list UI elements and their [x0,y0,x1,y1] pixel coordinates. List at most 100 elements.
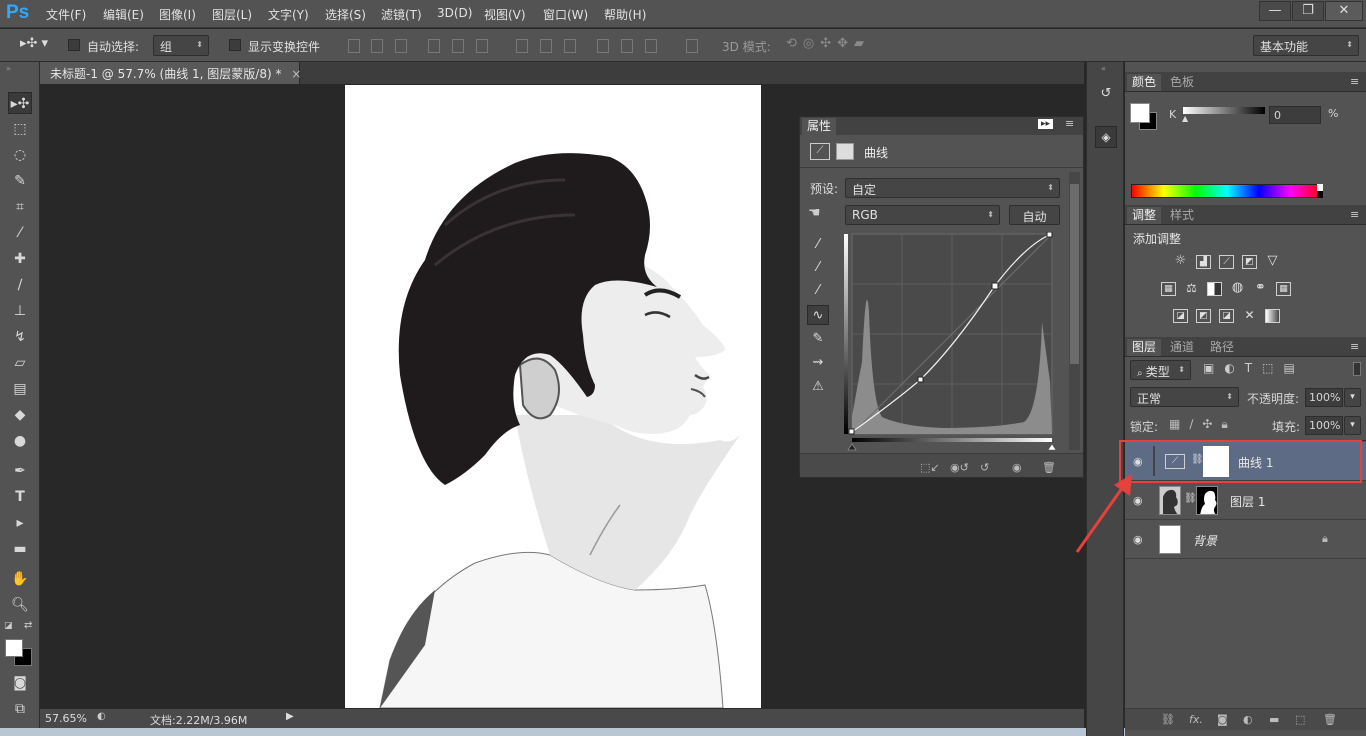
layer-name[interactable]: 图层 1 [1230,493,1265,510]
panel-menu-icon[interactable]: ≡ [1350,340,1359,353]
quick-select-tool-icon[interactable]: ✎ [8,170,32,192]
auto-align-icon[interactable] [686,39,698,53]
tab-paths[interactable]: 路径 [1205,339,1239,356]
visibility-icon[interactable]: ◉ [1012,461,1022,474]
menu-layer[interactable]: 图层(L) [212,6,252,23]
fill-slider-button[interactable]: ▾ [1344,416,1361,435]
vibrance-icon[interactable]: ▽ [1265,254,1280,269]
move-tool-icon[interactable]: ▸✣ [8,92,32,114]
tab-close-icon[interactable]: × [291,67,301,81]
layer-name[interactable]: 背景 [1193,532,1217,549]
fill-input[interactable]: 100% [1305,416,1343,435]
3d-panel-icon[interactable]: ◈ [1095,126,1117,148]
zoom-level[interactable]: 57.65% [45,712,87,725]
new-group-icon[interactable]: ▬ [1269,713,1279,726]
path-selection-tool-icon[interactable]: ▸ [8,512,32,534]
status-menu-arrow-icon[interactable]: ▶ [286,711,294,722]
spectrum-black-chip[interactable] [1317,191,1323,198]
align-left-icon[interactable] [428,39,440,53]
auto-select-checkbox[interactable] [68,39,80,51]
filter-toggle[interactable] [1353,362,1361,376]
smooth-curve-icon[interactable]: ⇝ [807,353,829,373]
align-vcenter-icon[interactable] [371,39,383,53]
swap-colors-icon[interactable]: ⇄ [24,620,32,631]
dodge-tool-icon[interactable]: ● [8,430,32,452]
lock-icons[interactable]: ▦∕✣🔒︎ [1169,417,1237,432]
healing-brush-tool-icon[interactable]: ✚ [8,248,32,270]
align-top-icon[interactable] [348,39,360,53]
properties-scrollbar[interactable] [1069,172,1080,450]
document-canvas[interactable] [345,85,761,708]
move-tool-preset-icon[interactable]: ▸✣ ▾ [20,36,48,51]
distribute-top-icon[interactable] [516,39,528,53]
clipping-warning-icon[interactable]: ⚠ [807,377,829,397]
slider-thumb-icon[interactable]: ▲ [1182,114,1188,123]
tab-adjustments[interactable]: 调整 [1127,207,1162,224]
fx-icon[interactable]: fx. [1189,713,1203,726]
default-colors-icon[interactable]: ◪ [4,621,13,631]
clip-to-layer-icon[interactable]: ⬚↙ [920,461,940,474]
eraser-tool-icon[interactable]: ▱ [8,352,32,374]
distribute-right-icon[interactable] [645,39,657,53]
close-window-button[interactable]: ✕ [1325,1,1363,21]
levels-icon[interactable]: ▟ [1196,255,1211,269]
channel-mixer-icon[interactable]: ⚭ [1253,281,1268,296]
white-point-eyedropper-icon[interactable]: ⁄ [807,281,829,301]
pencil-draw-icon[interactable]: ✎ [807,329,829,349]
hue-saturation-icon[interactable]: ▦ [1161,282,1176,296]
posterize-icon[interactable]: ◩ [1196,309,1211,323]
layer-filter-dropdown[interactable]: ⌕ 类型 ⬍ [1130,360,1191,380]
history-brush-tool-icon[interactable]: ↯ [8,326,32,348]
add-mask-icon[interactable]: ◙ [1217,713,1228,726]
pen-tool-icon[interactable]: ✒ [8,460,32,482]
distribute-bottom-icon[interactable] [564,39,576,53]
delete-icon[interactable]: 🗑︎ [1042,461,1056,474]
black-point-eyedropper-icon[interactable]: ⁄ [807,235,829,255]
3d-mode-icons[interactable]: ⟲◎✣✥▰ [786,36,870,51]
scrollbar-thumb[interactable] [1070,184,1079,364]
distribute-left-icon[interactable] [597,39,609,53]
auto-select-dropdown[interactable]: 组 ⬍ [153,35,209,56]
threshold-icon[interactable]: ◪ [1219,309,1234,323]
fg-color-chip[interactable] [1130,103,1150,123]
exposure-icon[interactable]: ◩ [1242,255,1257,269]
color-spectrum[interactable] [1131,184,1323,198]
curves-graph[interactable] [844,232,1056,452]
restore-button[interactable]: ❐ [1292,1,1324,21]
new-layer-icon[interactable]: ⬚ [1295,713,1305,726]
mask-icon[interactable] [836,143,854,160]
panel-menu-icon[interactable]: ≡ [1065,117,1074,130]
color-balance-icon[interactable]: ⚖ [1184,282,1199,296]
channel-dropdown[interactable]: RGB ⬍ [845,205,1000,225]
collapse-panel-icon[interactable]: ▸▸ [1038,119,1054,129]
layer-row-layer1[interactable]: ◉ ⛓ 图层 1 [1125,481,1366,520]
opacity-slider-button[interactable]: ▾ [1344,388,1361,407]
layer-filter-icons[interactable]: ▣◐T⬚▤ [1203,361,1305,375]
on-image-adjust-icon[interactable]: ☚ [808,205,821,221]
blend-mode-dropdown[interactable]: 正常 ⬍ [1130,387,1239,407]
align-bottom-icon[interactable] [395,39,407,53]
collapse-icon[interactable]: » [6,64,11,73]
color-lookup-icon[interactable]: ▦ [1276,282,1291,296]
document-tab[interactable]: 未标题-1 @ 57.7% (曲线 1, 图层蒙版/8) * × [40,62,301,84]
link-layers-icon[interactable]: ⛓ [1161,713,1175,726]
delete-layer-icon[interactable]: 🗑︎ [1323,713,1337,726]
brightness-icon[interactable]: ☼ [1173,254,1188,269]
layer-mask-thumbnail[interactable] [1196,486,1218,515]
menu-help[interactable]: 帮助(H) [604,6,646,23]
crop-tool-icon[interactable]: ⌗ [8,196,32,218]
marquee-tool-icon[interactable]: ⬚ [8,118,32,140]
spectrum-white-chip[interactable] [1317,184,1323,191]
menu-window[interactable]: 窗口(W) [543,6,588,23]
lasso-tool-icon[interactable]: ◌ [8,144,32,166]
align-hcenter-icon[interactable] [452,39,464,53]
opacity-input[interactable]: 100% [1305,388,1343,407]
tab-styles[interactable]: 样式 [1165,207,1199,224]
rectangle-tool-icon[interactable]: ▬ [8,538,32,560]
tab-color[interactable]: 颜色 [1127,74,1162,91]
menu-view[interactable]: 视图(V) [484,6,526,23]
blur-tool-icon[interactable]: ◆ [8,404,32,426]
reset-icon[interactable]: ↺ [980,461,989,474]
menu-3d[interactable]: 3D(D) [437,6,472,20]
tab-swatches[interactable]: 色板 [1165,74,1199,91]
